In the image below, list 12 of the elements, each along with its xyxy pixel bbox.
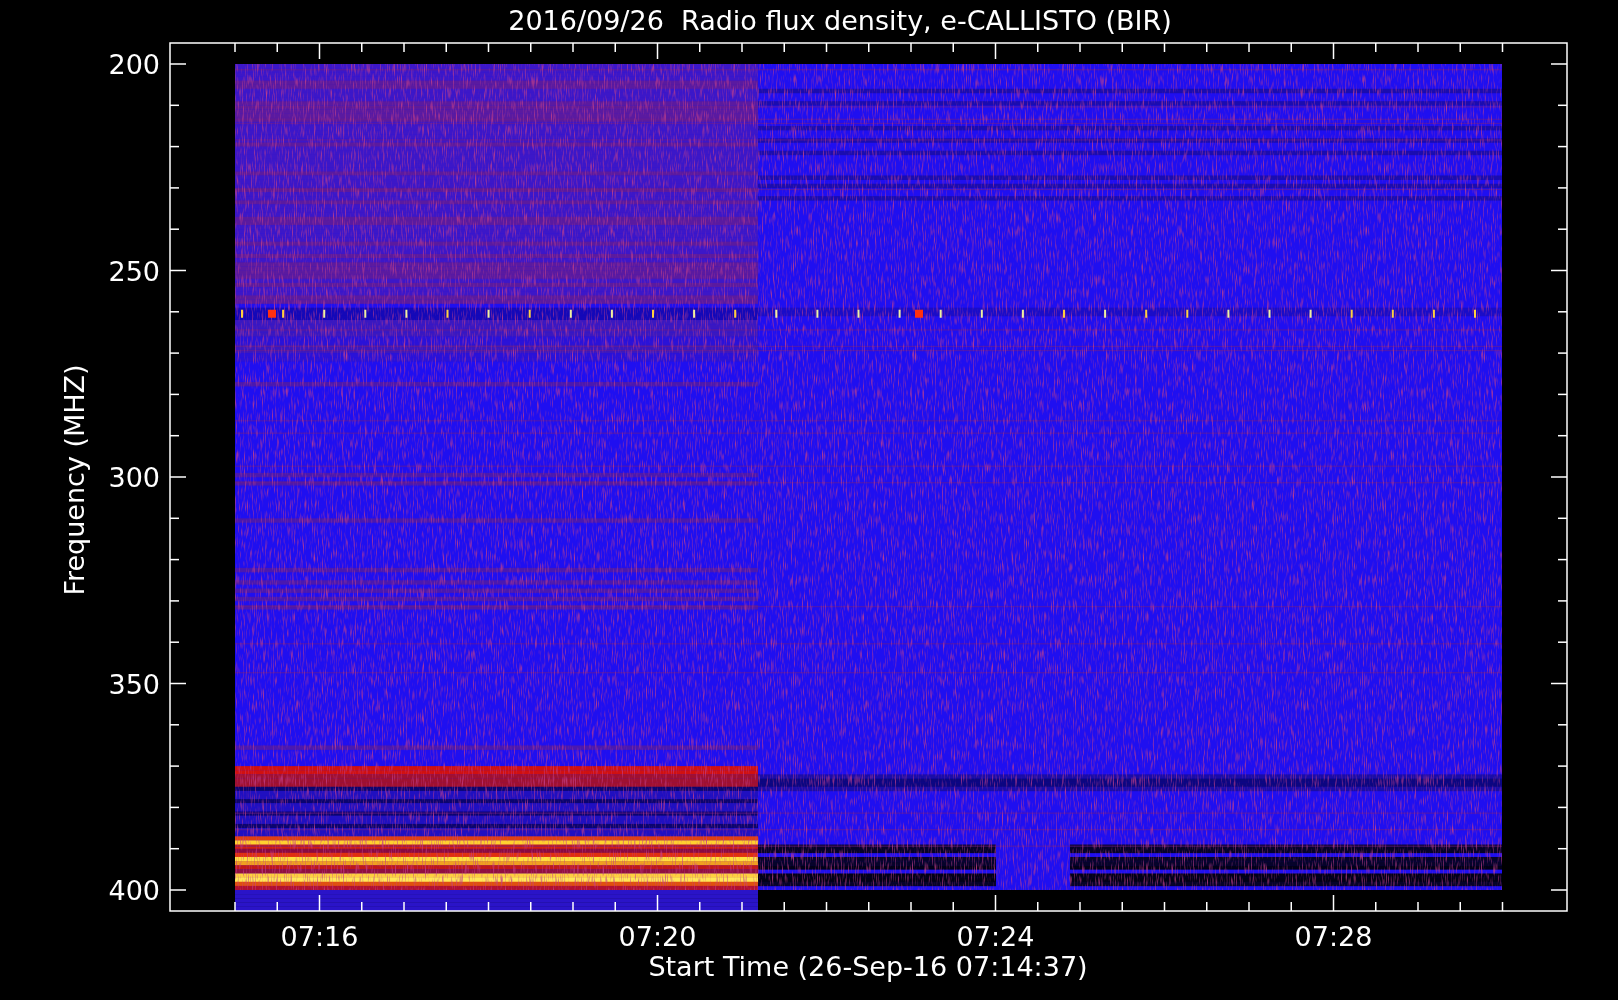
y-tick-label: 200 (108, 49, 160, 80)
x-tick-label: 07:28 (1294, 921, 1373, 952)
chart-title: 2016/09/26 Radio flux density, e-CALLISTO (BIR) (508, 5, 1172, 36)
x-tick-label: 07:24 (956, 921, 1035, 952)
x-axis-label: Start Time (26-Sep-16 07:14:37) (648, 951, 1088, 982)
x-tick-label: 07:20 (618, 921, 697, 952)
y-tick-label: 400 (108, 875, 160, 906)
y-axis-label: Frequency (MHZ) (59, 364, 90, 596)
x-tick-label: 07:16 (280, 921, 359, 952)
y-tick-label: 250 (108, 255, 160, 287)
y-tick-label: 300 (108, 462, 160, 493)
y-tick-label: 350 (108, 668, 160, 700)
